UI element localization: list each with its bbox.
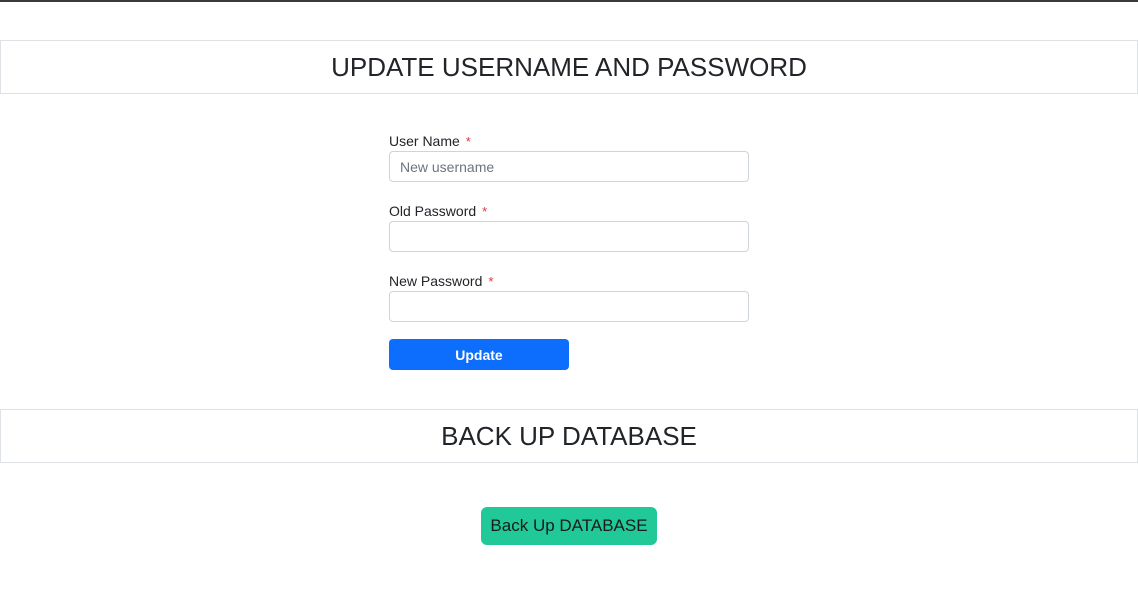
old-password-label: Old Password *: [389, 201, 749, 221]
required-asterisk: *: [465, 134, 471, 149]
username-field-group: User Name *: [389, 131, 749, 182]
update-credentials-title: UPDATE USERNAME AND PASSWORD: [331, 51, 807, 82]
new-password-field-group: New Password *: [389, 271, 749, 322]
old-password-field-group: Old Password *: [389, 201, 749, 252]
required-asterisk: *: [482, 204, 488, 219]
new-password-label-text: New Password: [389, 273, 483, 289]
old-password-label-text: Old Password: [389, 203, 477, 219]
backup-database-title: BACK UP DATABASE: [441, 420, 697, 451]
update-credentials-form: User Name * Old Password * New Password *: [389, 131, 749, 341]
username-label: User Name *: [389, 131, 749, 151]
new-password-input[interactable]: [389, 291, 749, 322]
top-divider: [0, 0, 1138, 2]
backup-database-header: BACK UP DATABASE: [0, 409, 1138, 463]
update-credentials-header: UPDATE USERNAME AND PASSWORD: [0, 40, 1138, 94]
required-asterisk: *: [488, 274, 494, 289]
update-button[interactable]: Update: [389, 339, 569, 370]
backup-database-button[interactable]: Back Up DATABASE: [481, 507, 657, 545]
new-password-label: New Password *: [389, 271, 749, 291]
username-label-text: User Name: [389, 133, 460, 149]
username-input[interactable]: [389, 151, 749, 182]
old-password-input[interactable]: [389, 221, 749, 252]
